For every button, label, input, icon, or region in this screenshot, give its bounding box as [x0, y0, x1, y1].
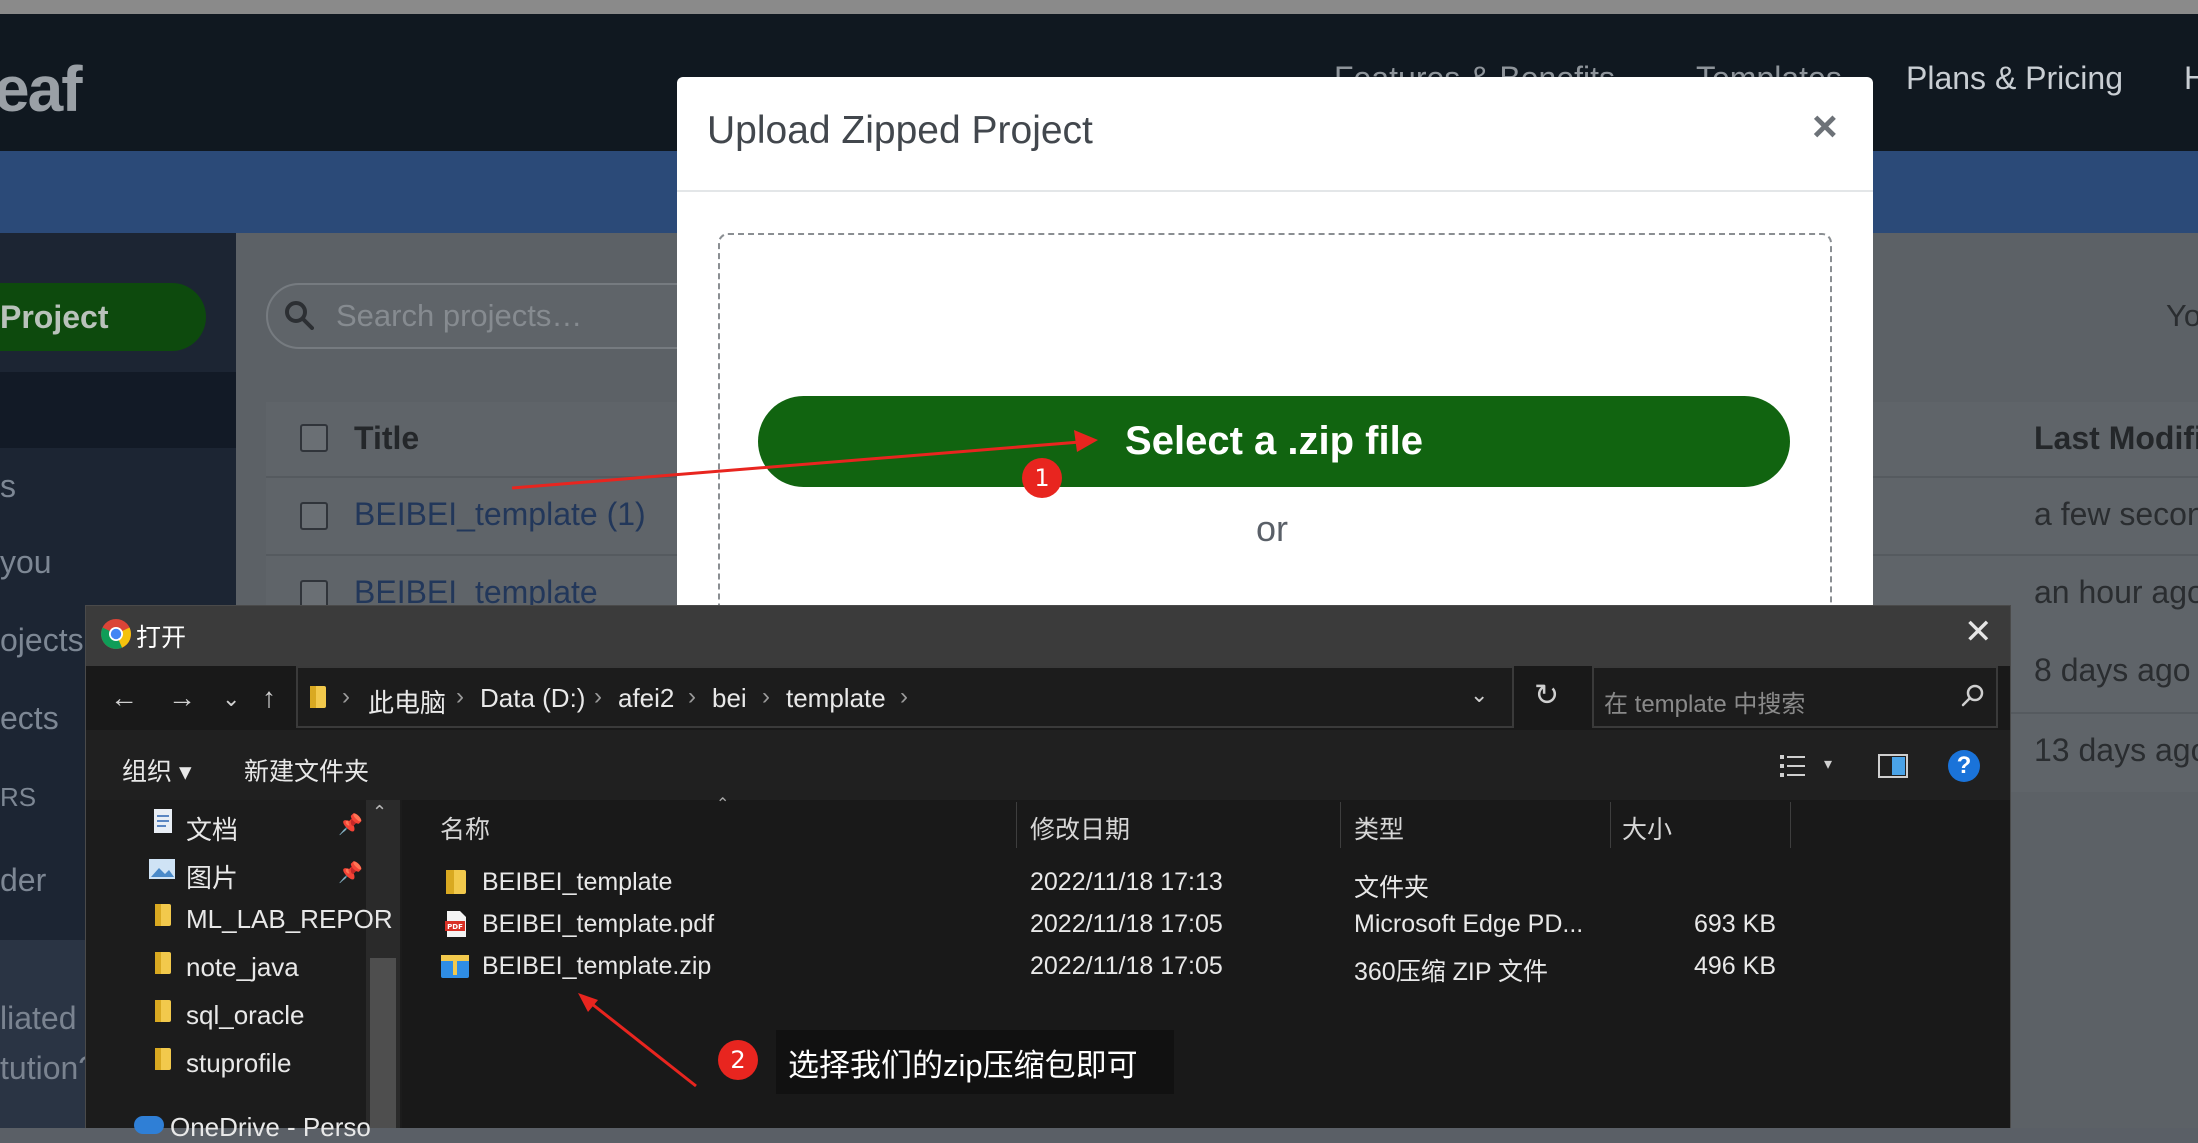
step-2-callout: 选择我们的zip压缩包即可: [776, 1030, 1174, 1094]
annotation-arrows: [511, 430, 1098, 1088]
step-1-marker: 1: [1022, 458, 1062, 498]
step-2-marker: 2: [718, 1040, 758, 1080]
